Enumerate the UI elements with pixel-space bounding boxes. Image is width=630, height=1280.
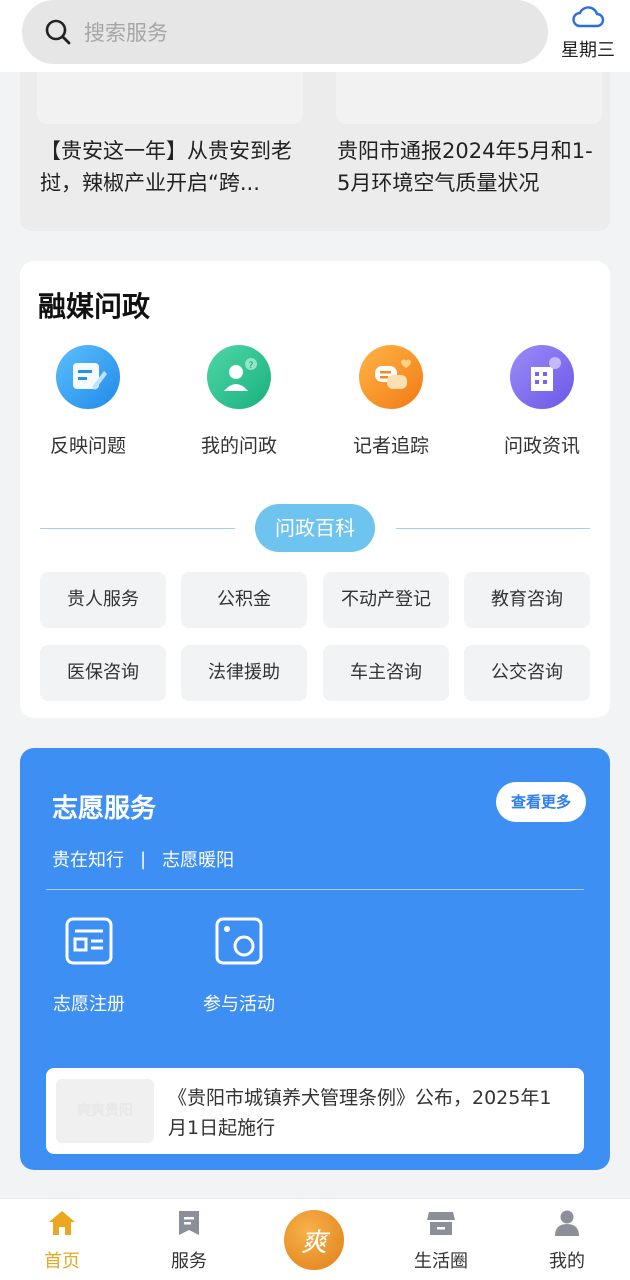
- bottom-tab-bar: 首页 服务 爽 生活圈 我的: [0, 1198, 630, 1280]
- volunteer-register-label: 志愿注册: [53, 994, 125, 1015]
- tag-button[interactable]: 不动产登记: [323, 572, 449, 628]
- volunteer-news-item[interactable]: 爽爽贵阳 《贵阳市城镇养犬管理条例》公布，2025年1月1日起施行: [46, 1068, 584, 1154]
- join-activity-button[interactable]: 参与活动: [189, 916, 289, 1016]
- weather-widget[interactable]: 星期三: [556, 4, 620, 62]
- top-bar: 搜索服务 星期三: [0, 0, 630, 72]
- tag-button[interactable]: 贵人服务: [40, 572, 166, 628]
- tag-button[interactable]: 法律援助: [181, 645, 307, 701]
- my-inquiry-label: 我的问政: [200, 435, 277, 457]
- search-bar[interactable]: 搜索服务: [22, 0, 548, 64]
- subtab-zhiyuannuanyang[interactable]: 志愿暖阳: [162, 846, 234, 872]
- inquiry-news-button[interactable]: 问政资讯: [482, 345, 602, 458]
- subtab-guizaizhixing[interactable]: 贵在知行: [52, 846, 124, 872]
- volunteer-divider: [46, 889, 584, 890]
- tab-life-circle-label: 生活圈: [414, 1251, 468, 1272]
- encyclopedia-pill[interactable]: 问政百科: [255, 504, 375, 552]
- join-activity-label: 参与活动: [203, 994, 275, 1015]
- tag-button[interactable]: 医保咨询: [40, 645, 166, 701]
- volunteer-card: 志愿服务 查看更多 贵在知行 | 志愿暖阳 志愿注册 参与活动 爽爽贵阳 《贵阳…: [20, 748, 610, 1170]
- tab-home[interactable]: 首页: [22, 1209, 102, 1273]
- news-thumb-2[interactable]: [336, 72, 602, 124]
- person-icon: [555, 1210, 579, 1236]
- news-strip: 【贵安这一年】从贵安到老挝，辣椒产业开启“跨... 贵阳市通报2024年5月和1…: [20, 72, 610, 231]
- inquiry-news-label: 问政资讯: [503, 435, 580, 457]
- news-title-1[interactable]: 【贵安这一年】从贵安到老挝，辣椒产业开启“跨...: [40, 135, 302, 199]
- volunteer-news-text: 《贵阳市城镇养犬管理条例》公布，2025年1月1日起施行: [168, 1087, 552, 1139]
- divider-left: [40, 528, 235, 529]
- tab-mine[interactable]: 我的: [527, 1209, 607, 1273]
- report-icon: [56, 345, 120, 409]
- rongmei-title: 融媒问政: [38, 290, 151, 323]
- divider-right: [396, 528, 590, 529]
- volunteer-subtabs: 贵在知行 | 志愿暖阳: [52, 846, 234, 872]
- svg-text:?: ?: [249, 361, 254, 371]
- search-icon: [45, 19, 71, 45]
- report-issue-label: 反映问题: [49, 435, 126, 457]
- view-more-button[interactable]: 查看更多: [496, 782, 586, 822]
- tag-button[interactable]: 公交咨询: [464, 645, 590, 701]
- logo-icon[interactable]: 爽: [284, 1210, 344, 1270]
- news-title-2[interactable]: 贵阳市通报2024年5月和1-5月环境空气质量状况: [337, 135, 599, 199]
- subtab-separator: |: [140, 848, 147, 870]
- tab-life-circle[interactable]: 生活圈: [401, 1209, 481, 1273]
- tab-service-label: 服务: [171, 1251, 207, 1272]
- chat-icon: [359, 345, 423, 409]
- my-inquiry-button[interactable]: ? 我的问政: [179, 345, 299, 458]
- cloud-icon: [572, 6, 605, 28]
- tab-mine-label: 我的: [549, 1251, 585, 1272]
- tab-home-label: 首页: [44, 1251, 80, 1272]
- weekday-label: 星期三: [561, 40, 615, 61]
- volunteer-title: 志愿服务: [52, 794, 157, 824]
- tag-button[interactable]: 教育咨询: [464, 572, 590, 628]
- search-placeholder: 搜索服务: [84, 21, 168, 45]
- tag-button[interactable]: 公积金: [181, 572, 307, 628]
- user-question-icon: ?: [207, 345, 271, 409]
- tab-service[interactable]: 服务: [149, 1209, 229, 1273]
- news-thumbnail: 爽爽贵阳: [56, 1079, 154, 1143]
- reporter-track-button[interactable]: 记者追踪: [331, 345, 451, 458]
- report-issue-button[interactable]: 反映问题: [28, 345, 148, 458]
- rongmei-card: 融媒问政 反映问题 ? 我的问政 记者追踪 问政资讯 问政百科 贵人服务 公积金…: [20, 261, 610, 718]
- home-icon: [49, 1211, 75, 1235]
- bookmark-icon: [179, 1211, 199, 1235]
- volunteer-register-button[interactable]: 志愿注册: [39, 916, 139, 1016]
- camera-icon: [215, 917, 263, 965]
- building-icon: [510, 345, 574, 409]
- store-icon: [427, 1212, 455, 1235]
- tag-button[interactable]: 车主咨询: [323, 645, 449, 701]
- reporter-track-label: 记者追踪: [352, 435, 429, 457]
- register-icon: [65, 917, 113, 965]
- news-thumb-1[interactable]: [37, 72, 303, 124]
